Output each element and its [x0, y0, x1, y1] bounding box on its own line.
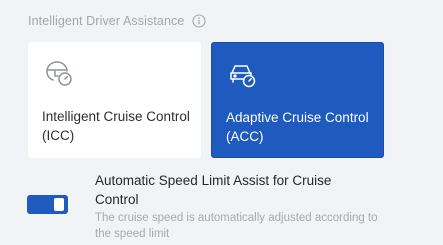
info-icon[interactable] [192, 14, 207, 28]
icc-mode-card[interactable]: Intelligent Cruise Control (ICC) [28, 42, 201, 158]
acc-mode-card[interactable]: Adaptive Cruise Control (ACC) [211, 42, 384, 158]
speed-limit-assist-toggle[interactable] [27, 195, 68, 214]
toggle-knob [54, 198, 64, 211]
car-speedometer-icon [228, 59, 258, 89]
acc-mode-label: Adaptive Cruise Control (ACC) [226, 110, 369, 144]
steering-wheel-speedometer-icon [44, 58, 74, 88]
speed-limit-assist-description: The cruise speed is automatically adjust… [95, 212, 378, 240]
driver-assistance-panel: Intelligent Driver Assistance Intelligen… [0, 0, 443, 245]
section-title: Intelligent Driver Assistance [28, 14, 185, 28]
speed-limit-assist-title: Automatic Speed Limit Assist for Cruise … [95, 173, 332, 207]
section-header: Intelligent Driver Assistance [28, 12, 207, 30]
icc-mode-label: Intelligent Cruise Control (ICC) [42, 109, 190, 143]
